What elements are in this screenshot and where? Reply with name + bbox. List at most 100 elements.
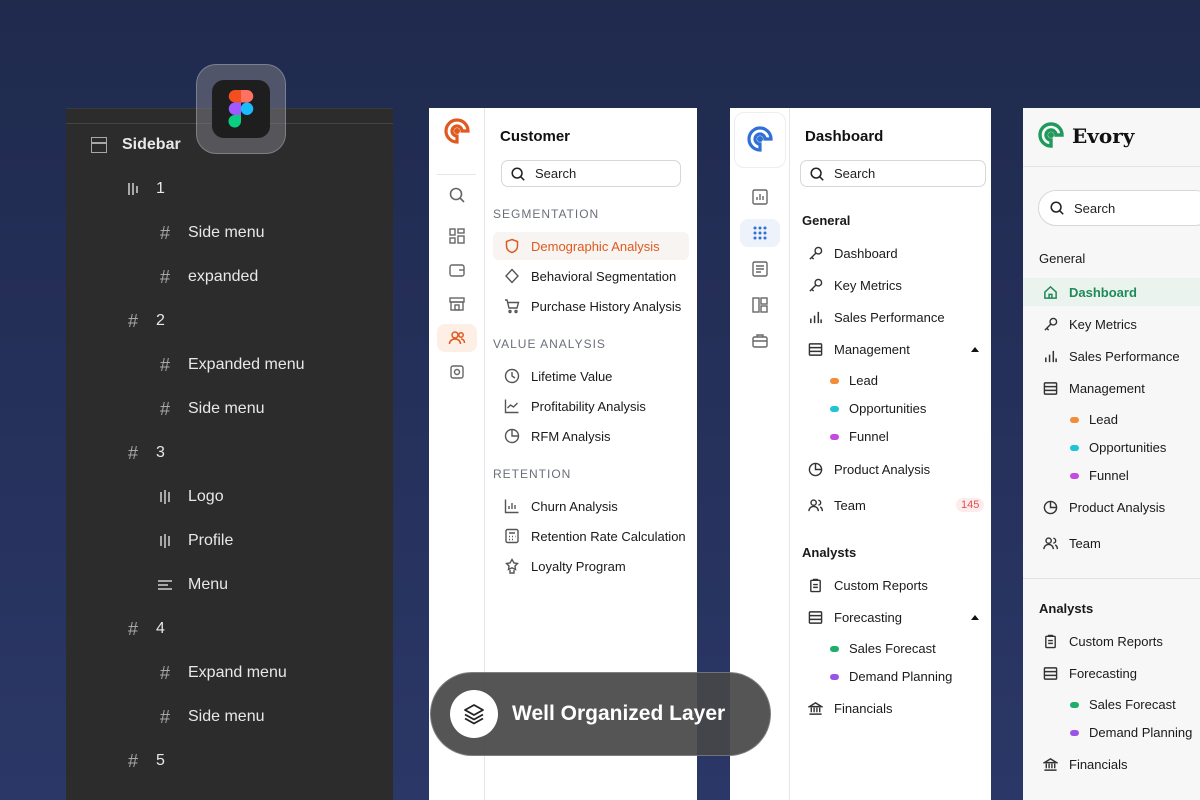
nav-item-loyalty-program[interactable]: Loyalty Program bbox=[503, 552, 626, 580]
bar-chart-icon bbox=[1041, 347, 1059, 365]
layer-row[interactable]: Logo bbox=[156, 483, 224, 511]
integrations-icon[interactable] bbox=[437, 358, 477, 386]
logo-icon bbox=[444, 118, 470, 144]
customers-icon[interactable] bbox=[437, 324, 477, 352]
layer-row[interactable]: # expanded bbox=[156, 263, 258, 291]
briefcase-icon[interactable] bbox=[740, 327, 780, 355]
search-input[interactable]: Search bbox=[1038, 190, 1200, 226]
wallet-icon[interactable] bbox=[437, 256, 477, 284]
brand-logo bbox=[734, 112, 786, 168]
nav-item-lifetime-value[interactable]: Lifetime Value bbox=[503, 362, 612, 390]
bank-icon bbox=[806, 699, 824, 717]
sub-item-opportunities[interactable]: Opportunities bbox=[1070, 440, 1166, 455]
layer-row[interactable]: 1 bbox=[124, 175, 165, 203]
nav-item-sales-performance[interactable]: Sales Performance bbox=[1041, 342, 1180, 370]
table-icon bbox=[806, 340, 824, 358]
logo-icon bbox=[1038, 122, 1064, 148]
layer-row[interactable]: # Expanded menu bbox=[156, 351, 305, 379]
collapse-caret-icon[interactable] bbox=[971, 615, 979, 620]
nav-item-team[interactable]: Team bbox=[806, 491, 866, 519]
section-heading: SEGMENTATION bbox=[493, 207, 600, 221]
layer-row[interactable]: # 4 bbox=[124, 615, 165, 643]
nav-item-dashboard[interactable]: Dashboard bbox=[1023, 278, 1200, 306]
dot-icon bbox=[1070, 701, 1079, 708]
layer-row[interactable]: # 2 bbox=[124, 307, 165, 335]
logo-icon bbox=[747, 126, 773, 152]
dot-icon bbox=[830, 377, 839, 384]
nav-item-retention-rate[interactable]: Retention Rate Calculation bbox=[503, 522, 686, 550]
pie-chart-icon bbox=[1041, 498, 1059, 516]
nav-item-key-metrics[interactable]: Key Metrics bbox=[806, 271, 902, 299]
users-icon bbox=[806, 496, 824, 514]
nav-item-team[interactable]: Team bbox=[1041, 529, 1101, 557]
layer-row[interactable]: # 3 bbox=[124, 439, 165, 467]
bar-chart-icon bbox=[806, 308, 824, 326]
team-count-badge: 145 bbox=[956, 498, 985, 512]
layer-row[interactable]: # Side menu bbox=[156, 219, 265, 247]
nav-item-demographic-analysis[interactable]: Demographic Analysis bbox=[493, 232, 689, 260]
nav-item-custom-reports[interactable]: Custom Reports bbox=[1041, 627, 1163, 655]
layout-icon[interactable] bbox=[740, 291, 780, 319]
nav-item-management[interactable]: Management bbox=[806, 335, 910, 363]
sub-item-lead[interactable]: Lead bbox=[1070, 412, 1118, 427]
nav-item-management[interactable]: Management bbox=[1041, 374, 1145, 402]
nav-item-purchase-history[interactable]: Purchase History Analysis bbox=[503, 292, 681, 320]
brand-logo bbox=[437, 118, 477, 146]
nav-item-financials[interactable]: Financials bbox=[806, 694, 893, 722]
apps-grid-icon[interactable] bbox=[740, 219, 780, 247]
nav-item-financials[interactable]: Financials bbox=[1041, 750, 1128, 778]
clipboard-icon bbox=[806, 576, 824, 594]
dashboard-icon[interactable] bbox=[437, 222, 477, 250]
hash-icon: # bbox=[159, 706, 170, 727]
nav-item-sales-performance[interactable]: Sales Performance bbox=[806, 303, 945, 331]
analytics-icon[interactable] bbox=[740, 183, 780, 211]
report-icon[interactable] bbox=[740, 255, 780, 283]
group-heading: Analysts bbox=[1039, 601, 1094, 616]
hash-icon: # bbox=[159, 354, 170, 375]
nav-item-key-metrics[interactable]: Key Metrics bbox=[1041, 310, 1137, 338]
nav-item-custom-reports[interactable]: Custom Reports bbox=[806, 571, 928, 599]
nav-item-forecasting[interactable]: Forecasting bbox=[1041, 659, 1137, 687]
pie-chart-icon bbox=[806, 460, 824, 478]
sub-item-funnel[interactable]: Funnel bbox=[1070, 468, 1129, 483]
layer-row[interactable]: # Side menu bbox=[156, 395, 265, 423]
sub-item-sales-forecast[interactable]: Sales Forecast bbox=[1070, 697, 1176, 712]
line-chart-icon bbox=[503, 397, 521, 415]
search-icon[interactable] bbox=[437, 181, 477, 209]
layer-row[interactable]: Profile bbox=[156, 527, 233, 555]
search-input[interactable]: Search bbox=[800, 160, 986, 187]
layer-row-sidebar[interactable]: Sidebar bbox=[90, 131, 181, 159]
nav-item-churn-analysis[interactable]: Churn Analysis bbox=[503, 492, 618, 520]
store-icon[interactable] bbox=[437, 290, 477, 318]
shield-icon bbox=[503, 237, 521, 255]
figma-logo-badge bbox=[196, 64, 286, 154]
layer-row[interactable]: # 5 bbox=[124, 747, 165, 775]
nav-item-behavioral-segmentation[interactable]: Behavioral Segmentation bbox=[503, 262, 676, 290]
key-icon bbox=[806, 244, 824, 262]
layer-row[interactable]: # Side menu bbox=[156, 703, 265, 731]
nav-item-product-analysis[interactable]: Product Analysis bbox=[1041, 493, 1165, 521]
layer-row[interactable]: Menu bbox=[156, 571, 228, 599]
collapse-caret-icon[interactable] bbox=[971, 347, 979, 352]
sub-item-opportunities[interactable]: Opportunities bbox=[830, 401, 926, 416]
nav-item-product-analysis[interactable]: Product Analysis bbox=[806, 455, 930, 483]
clock-icon bbox=[503, 367, 521, 385]
search-input[interactable]: Search bbox=[501, 160, 681, 187]
nav-item-profitability-analysis[interactable]: Profitability Analysis bbox=[503, 392, 646, 420]
nav-item-forecasting[interactable]: Forecasting bbox=[806, 603, 902, 631]
brand: Evory bbox=[1038, 122, 1134, 150]
sub-item-demand-planning[interactable]: Demand Planning bbox=[830, 669, 952, 684]
layers-panel: Sidebar 1 # Side menu # expanded # 2 # E… bbox=[66, 108, 393, 800]
sub-item-sales-forecast[interactable]: Sales Forecast bbox=[830, 641, 936, 656]
evory-sidebar: Evory Search General Dashboard Key Metri… bbox=[1023, 108, 1200, 800]
nav-item-dashboard[interactable]: Dashboard bbox=[806, 239, 898, 267]
sub-item-demand-planning[interactable]: Demand Planning bbox=[1070, 725, 1192, 740]
sub-item-funnel[interactable]: Funnel bbox=[830, 429, 889, 444]
brand-name: Evory bbox=[1072, 124, 1135, 148]
layer-row[interactable]: # Expand menu bbox=[156, 659, 287, 687]
dot-icon bbox=[830, 405, 839, 412]
panel-title: Customer bbox=[500, 128, 571, 145]
hash-icon: # bbox=[159, 398, 170, 419]
nav-item-rfm-analysis[interactable]: RFM Analysis bbox=[503, 422, 610, 450]
sub-item-lead[interactable]: Lead bbox=[830, 373, 878, 388]
